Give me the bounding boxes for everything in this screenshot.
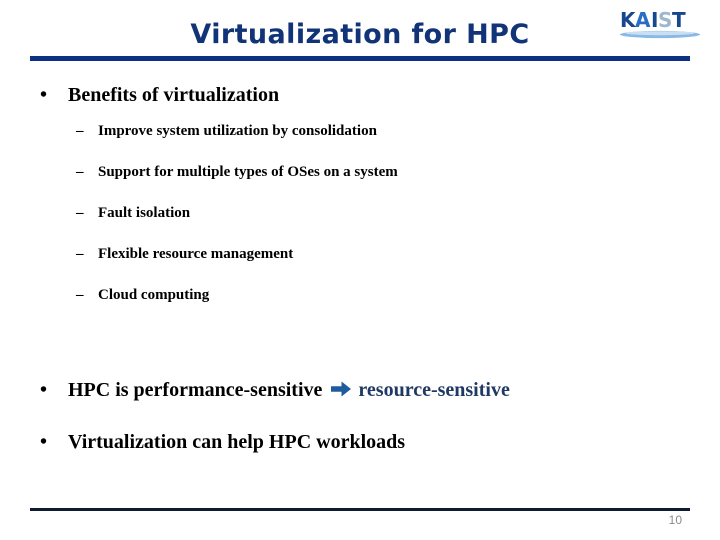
sub-bullet-label: Improve system utilization by consolidat…	[98, 123, 377, 139]
footer-divider	[30, 508, 690, 511]
sub-bullet-label: Support for multiple types of OSes on a …	[98, 164, 398, 180]
sub-bullet-multiple-oses: – Support for multiple types of OSes on …	[0, 161, 720, 183]
bullet-hpc-performance-sensitive: • HPC is performance-sensitive resource-s…	[0, 377, 720, 405]
bullet-marker: •	[40, 379, 48, 401]
sub-bullet-fault-isolation: – Fault isolation	[0, 202, 720, 224]
dash-marker: –	[76, 123, 84, 139]
bullet-benefits: • Benefits of virtualization	[0, 82, 720, 108]
dash-marker: –	[76, 164, 84, 180]
sub-bullet-label: Cloud computing	[98, 287, 210, 303]
dash-marker: –	[76, 246, 84, 262]
sub-bullet-cloud-computing: – Cloud computing	[0, 284, 720, 306]
svg-text:A: A	[635, 8, 651, 32]
kaist-logo: K A I S T	[612, 7, 712, 41]
sub-bullet-list: – Improve system utilization by consolid…	[0, 120, 720, 306]
dash-marker: –	[76, 205, 84, 221]
sub-bullet-label: Fault isolation	[98, 205, 191, 221]
right-block-arrow-icon	[330, 379, 352, 405]
bullet-virtualization-helps-hpc: • Virtualization can help HPC workloads	[0, 429, 720, 455]
dash-marker: –	[76, 287, 84, 303]
slide-body: • Benefits of virtualization – Improve s…	[0, 82, 720, 455]
svg-text:T: T	[672, 8, 686, 32]
sub-bullet-improve-utilization: – Improve system utilization by consolid…	[0, 120, 720, 142]
svg-text:S: S	[658, 8, 673, 32]
bullet-marker: •	[40, 431, 48, 453]
sub-bullet-flexible-resource-management: – Flexible resource management	[0, 243, 720, 265]
bullet-benefits-label: Benefits of virtualization	[68, 84, 280, 106]
sub-bullet-label: Flexible resource management	[98, 246, 294, 262]
conclusion-lead-text: HPC is performance-sensitive	[68, 379, 323, 401]
final-bullet-label: Virtualization can help HPC workloads	[68, 431, 406, 453]
page-number: 10	[668, 513, 682, 527]
conclusion-accent-text: resource-sensitive	[358, 379, 510, 401]
title-divider	[30, 56, 690, 61]
bullet-marker: •	[40, 84, 48, 106]
slide-canvas: Virtualization for HPC K A I S T • Benef…	[0, 0, 720, 540]
